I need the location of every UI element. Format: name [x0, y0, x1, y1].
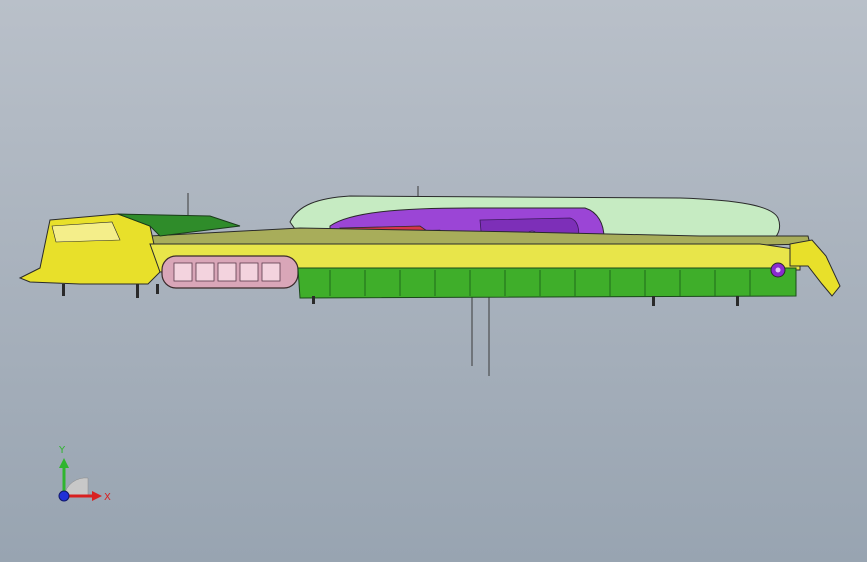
vent-slat: [173, 262, 193, 282]
foot: [312, 296, 315, 304]
rear-pivot-center: [775, 267, 781, 273]
foot: [736, 296, 739, 306]
y-axis-arrow: [59, 458, 69, 468]
foot: [136, 284, 139, 298]
foot: [156, 284, 159, 294]
x-axis-arrow: [92, 491, 102, 501]
foot: [652, 296, 655, 306]
vent-slat: [217, 262, 237, 282]
orientation-triad[interactable]: Y X: [40, 438, 120, 518]
vent-slat: [261, 262, 281, 282]
side-vent-slats: [173, 262, 281, 282]
vent-slat: [195, 262, 215, 282]
x-axis-label: X: [104, 492, 111, 503]
vent-slat: [239, 262, 259, 282]
graphics-viewport[interactable]: Y X: [0, 0, 867, 562]
z-axis-dot: [58, 490, 70, 502]
foot: [62, 284, 65, 296]
lower-green-base[interactable]: [297, 267, 797, 299]
cad-model-assembly[interactable]: [0, 0, 867, 562]
y-axis-label: Y: [58, 445, 66, 456]
